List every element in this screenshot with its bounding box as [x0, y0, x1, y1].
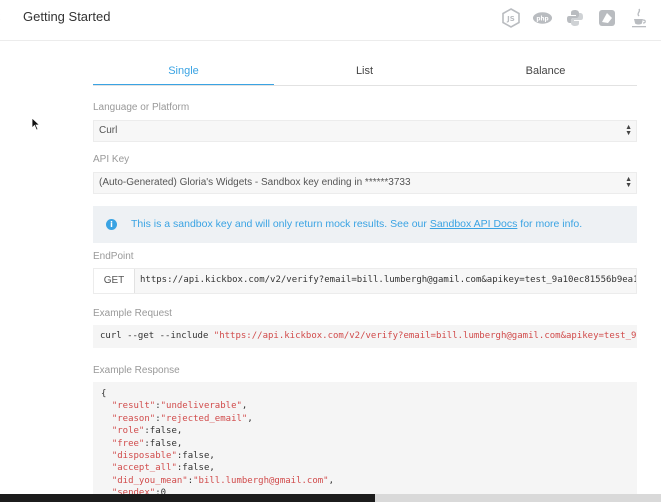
info-icon: i — [106, 219, 117, 230]
language-icon-bar: JS php — [500, 8, 649, 28]
response-line: "accept_all":false, — [111, 463, 215, 474]
page-title: Getting Started — [23, 9, 111, 24]
response-open-brace: { — [101, 389, 107, 399]
response-key: "accept_all" — [111, 463, 177, 474]
java-icon[interactable] — [628, 8, 649, 28]
api-key-label: API Key — [93, 154, 130, 165]
response-key: "reason" — [111, 413, 156, 424]
response-value: false — [182, 451, 210, 462]
http-method-badge: GET — [94, 269, 135, 293]
sandbox-notice: i This is a sandbox key and will only re… — [93, 206, 637, 243]
api-key-select[interactable]: (Auto-Generated) Gloria's Widgets - Sand… — [93, 172, 637, 194]
php-icon[interactable]: php — [532, 8, 553, 28]
select-arrows-icon: ▲ ▼ — [625, 176, 632, 189]
response-line: "result":"undeliverable", — [111, 401, 248, 412]
ruby-icon[interactable] — [596, 8, 617, 28]
response-value: "bill.lumbergh@gmail.com" — [193, 475, 329, 486]
language-select-value: Curl — [99, 125, 118, 136]
endpoint-label: EndPoint — [93, 251, 134, 262]
nodejs-icon[interactable]: JS — [500, 8, 521, 28]
response-line: "free":false, — [111, 438, 183, 449]
tab-bar: Single List Balance — [93, 60, 637, 86]
request-command: curl --get --include — [100, 331, 214, 341]
response-line: "did_you_mean":"bill.lumbergh@gmail.com"… — [111, 475, 335, 486]
response-value: false — [149, 438, 177, 449]
header: ‹ Getting Started JS php — [0, 0, 661, 41]
response-key: "result" — [111, 401, 156, 412]
language-label: Language or Platform — [93, 102, 190, 113]
tab-list[interactable]: List — [274, 60, 455, 84]
example-response-code[interactable]: { "result":"undeliverable", "reason":"re… — [93, 382, 637, 494]
sandbox-notice-text: This is a sandbox key and will only retu… — [131, 218, 582, 230]
example-response-label: Example Response — [93, 365, 180, 376]
tab-single[interactable]: Single — [93, 60, 274, 86]
chevron-left-icon[interactable]: ‹ — [0, 8, 1, 24]
api-key-select-value: (Auto-Generated) Gloria's Widgets - Sand… — [99, 177, 411, 188]
response-line: "disposable":false, — [111, 451, 215, 462]
response-lines: { "result":"undeliverable", "reason":"re… — [101, 388, 334, 494]
notice-text-before: This is a sandbox key and will only retu… — [131, 218, 430, 230]
svg-text:php: php — [536, 16, 548, 22]
response-value: false — [149, 426, 177, 437]
response-key: "free" — [111, 438, 145, 449]
language-select[interactable]: Curl ▲ ▼ — [93, 120, 637, 142]
scrollbar-thumb[interactable] — [0, 494, 375, 502]
endpoint-field: GET https://api.kickbox.com/v2/verify?em… — [93, 268, 637, 294]
mouse-cursor-icon — [31, 117, 41, 131]
response-line: "sendex":0 — [101, 487, 334, 494]
sandbox-api-docs-link[interactable]: Sandbox API Docs — [430, 218, 518, 230]
response-value: "undeliverable" — [160, 401, 242, 412]
endpoint-url[interactable]: https://api.kickbox.com/v2/verify?email=… — [140, 275, 636, 285]
example-request-label: Example Request — [93, 308, 172, 319]
tab-balance[interactable]: Balance — [455, 60, 636, 84]
response-line: "reason":"rejected_email", — [111, 413, 253, 424]
notice-text-after: for more info. — [517, 218, 583, 230]
request-url: "https://api.kickbox.com/v2/verify?email… — [213, 331, 637, 341]
response-key: "disposable" — [111, 451, 177, 462]
example-request-code[interactable]: curl --get --include "https://api.kickbo… — [93, 325, 637, 348]
response-line: "role":false, — [111, 426, 183, 437]
response-value: "rejected_email" — [160, 413, 248, 424]
response-key: "role" — [111, 426, 145, 437]
python-icon[interactable] — [564, 8, 585, 28]
select-arrows-icon: ▲ ▼ — [625, 124, 632, 137]
tab-divider — [93, 85, 637, 86]
response-key: "did_you_mean" — [111, 475, 188, 486]
response-value: false — [182, 463, 210, 474]
svg-text:JS: JS — [506, 15, 515, 23]
request-line: curl --get --include "https://api.kickbo… — [100, 331, 636, 341]
